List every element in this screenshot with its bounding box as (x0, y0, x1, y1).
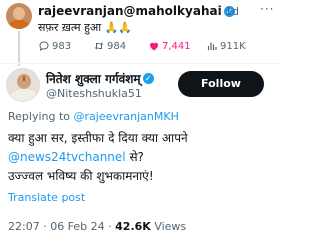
thread-line (18, 31, 20, 66)
reply-count: 983 (52, 40, 72, 52)
like-button[interactable]: 7,441 (148, 40, 191, 52)
repost-icon (94, 42, 104, 50)
tweet-text-line-2-suffix: से? (125, 150, 144, 164)
display-name-text[interactable]: नितेश शुक्ला गर्गवंशम् (46, 70, 141, 87)
mention-link[interactable]: @news24tvchannel (8, 150, 126, 164)
reply-icon (39, 41, 49, 52)
tweet-meta: 22:07 · 06 Feb 24 · 42.6K Views (8, 220, 186, 233)
views-count: 911K (220, 40, 246, 52)
parent-action-bar: 983 984 7,441 911K (38, 40, 278, 54)
tweet-text-line-2: @news24tvchannel से? (8, 148, 188, 167)
tweet-text: क्या हुआ सर, इस्तीफा दे दिया क्या आपने @… (8, 129, 188, 186)
translate-post-link[interactable]: Translate post (8, 191, 85, 204)
parent-tweet-text: सफ़र ख़त्म हुआ 🙏🙏 (38, 21, 133, 34)
parent-avatar[interactable] (6, 3, 32, 29)
views-button[interactable]: 911K (206, 40, 246, 52)
author-display-name[interactable]: नितेश शुक्ला गर्गवंशम् ✓ (46, 70, 154, 87)
verified-badge-icon: ✓ (142, 73, 154, 84)
parent-author[interactable]: rajeevranjan@maholkyahai ✓ (38, 4, 235, 18)
repost-button[interactable]: 984 (93, 40, 126, 52)
author-avatar[interactable] (6, 68, 40, 102)
follow-button[interactable]: Follow (178, 71, 264, 97)
tweet-text-line-1: क्या हुआ सर, इस्तीफा दे दिया क्या आपने (8, 131, 188, 145)
like-count: 7,441 (162, 40, 191, 52)
more-icon[interactable]: ··· (260, 2, 274, 16)
parent-tweet[interactable]: rajeevranjan@maholkyahai ✓ · 1d ··· सफ़र… (0, 0, 280, 66)
heart-icon (150, 42, 158, 51)
timestamp[interactable]: 22:07 · 06 Feb 24 · (8, 220, 115, 233)
reply-button[interactable]: 983 (38, 40, 71, 52)
author-handle[interactable]: @Niteshshukla51 (46, 87, 142, 100)
replying-to-label: Replying to (8, 110, 74, 123)
repost-count: 984 (107, 40, 127, 52)
parent-time[interactable]: · 1d (218, 5, 239, 18)
views-count-bold: 42.6K (115, 220, 151, 233)
tweet-text-line-3: उज्ज्वल भविष्य की शुभकामनाएं! (8, 169, 154, 183)
views-chart-icon (207, 42, 217, 50)
views-label: Views (150, 220, 187, 233)
parent-author-handle[interactable]: rajeevranjan@maholkyahai (38, 4, 222, 18)
replying-to: Replying to @rajeevranjanMKH (8, 110, 179, 123)
divider (0, 63, 280, 64)
replying-to-mention-link[interactable]: @rajeevranjanMKH (74, 110, 179, 123)
